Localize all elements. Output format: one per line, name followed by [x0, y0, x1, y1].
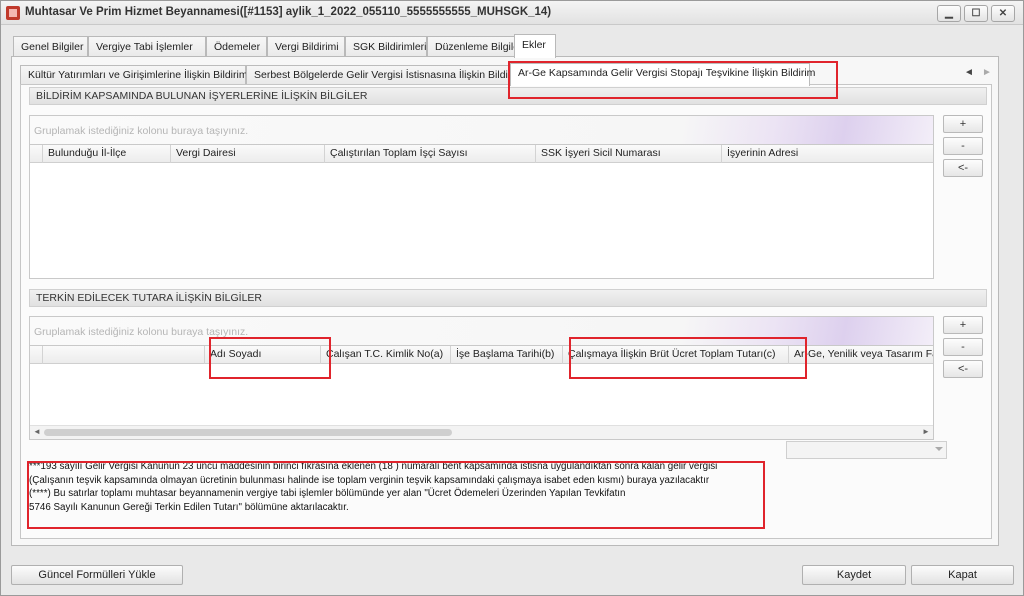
column-header[interactable]: Çalışan T.C. Kimlik No(a) — [320, 346, 450, 364]
chevron-down-icon — [935, 447, 943, 451]
isyerleri-grid-header: Bulunduğu İl-İlçe Vergi Dairesi Çalıştır… — [30, 145, 933, 163]
isyeri-back-button[interactable]: <- — [943, 159, 983, 177]
save-button[interactable]: Kaydet — [802, 565, 906, 585]
ar-ge-tab-page: BİLDİRİM KAPSAMINDA BULUNAN İŞYERLERİNE … — [20, 84, 992, 539]
main-window: Muhtasar Ve Prim Hizmet Beyannamesi([#11… — [0, 0, 1024, 596]
tab-kultur-yatirimlari[interactable]: Kültür Yatırımları ve Girişimlerine İliş… — [20, 65, 248, 85]
close-button[interactable]: Kapat — [911, 565, 1014, 585]
section-terkin-header: TERKİN EDİLECEK TUTARA İLİŞKİN BİLGİLER — [29, 289, 987, 307]
column-header[interactable]: Çalışmaya İlişkin Brüt Ücret Toplam Tuta… — [562, 346, 788, 364]
tab-scroll-left-icon[interactable]: ◄ — [964, 67, 974, 78]
tab-serbest-bolgeler[interactable]: Serbest Bölgelerde Gelir Vergisi İstisna… — [246, 65, 522, 85]
summary-combo[interactable] — [786, 441, 947, 459]
terkin-back-button[interactable]: <- — [943, 360, 983, 378]
isyeri-add-button[interactable]: + — [943, 115, 983, 133]
title-bar[interactable]: Muhtasar Ve Prim Hizmet Beyannamesi([#11… — [1, 1, 1023, 25]
tab-duzenleme-bilgileri[interactable]: Düzenleme Bilgileri — [427, 36, 525, 57]
column-header[interactable]: İşyerinin Adresi — [721, 145, 933, 163]
load-formulas-button[interactable]: Güncel Formülleri Yükle — [11, 565, 183, 585]
terkin-remove-button[interactable]: - — [943, 338, 983, 356]
section-isyerleri-header: BİLDİRİM KAPSAMINDA BULUNAN İŞYERLERİNE … — [29, 87, 987, 105]
window-title: Muhtasar Ve Prim Hizmet Beyannamesi([#11… — [25, 6, 552, 18]
close-window-button[interactable]: ✕ — [991, 5, 1015, 22]
column-header[interactable]: Adı Soyadı — [204, 346, 320, 364]
tab-vergi-bildirimi[interactable]: Vergi Bildirimi — [267, 36, 345, 57]
terkin-grid-hscrollbar[interactable]: ◄ ► — [30, 425, 933, 439]
column-header[interactable]: Ar-Ge, Yenilik veya Tasarım Faaliyeti — [788, 346, 933, 364]
note-line: (****) Bu satırlar toplamı muhtasar beya… — [29, 488, 626, 499]
scroll-right-icon[interactable]: ► — [922, 427, 930, 436]
app-icon — [6, 6, 20, 20]
checkbox-column — [42, 346, 204, 364]
tab-ar-ge-stopaj-tesvik[interactable]: Ar-Ge Kapsamında Gelir Vergisi Stopajı T… — [510, 63, 815, 86]
indicator-column — [30, 346, 42, 364]
note-line: ***193 sayılı Gelir Vergisi Kanunun 23 ü… — [29, 461, 718, 472]
sub-tab-strip: Kültür Yatırımları ve Girişimlerine İliş… — [20, 63, 992, 86]
column-header[interactable]: Vergi Dairesi — [170, 145, 324, 163]
group-placeholder: Gruplamak istediğiniz kolonu buraya taşı… — [34, 326, 249, 338]
note-line: 5746 Sayılı Kanunun Gereği Terkin Edilen… — [29, 501, 349, 513]
tab-vergiye-tabi-islemler[interactable]: Vergiye Tabi İşlemler — [88, 36, 206, 57]
maximize-button[interactable]: ☐ — [964, 5, 988, 22]
minimize-button[interactable]: ▁ — [937, 5, 961, 22]
isyerleri-grid[interactable]: Bulunduğu İl-İlçe Vergi Dairesi Çalıştır… — [29, 144, 934, 279]
column-header[interactable]: Çalıştırılan Toplam İşçi Sayısı — [324, 145, 535, 163]
tab-ekler[interactable]: Ekler — [514, 34, 556, 58]
tab-sgk-bildirimleri[interactable]: SGK Bildirimleri — [345, 36, 427, 57]
explanation-notes: ***193 sayılı Gelir Vergisi Kanunun 23 ü… — [29, 460, 759, 514]
indicator-column — [30, 145, 42, 163]
terkin-group-panel[interactable]: Gruplamak istediğiniz kolonu buraya taşı… — [29, 316, 934, 346]
note-line: (Çalışanın teşvik kapsamında olmayan ücr… — [29, 474, 710, 486]
terkin-grid[interactable]: Adı Soyadı Çalışan T.C. Kimlik No(a) İşe… — [29, 345, 934, 440]
client-area: Genel Bilgiler Vergiye Tabi İşlemler Öde… — [11, 34, 1015, 559]
isyerleri-group-panel[interactable]: Gruplamak istediğiniz kolonu buraya taşı… — [29, 115, 934, 145]
tab-scroll-right-icon[interactable]: ► — [982, 67, 992, 78]
column-header[interactable]: İşe Başlama Tarihi(b) — [450, 346, 562, 364]
column-header[interactable]: SSK İşyeri Sicil Numarası — [535, 145, 721, 163]
column-header[interactable]: Bulunduğu İl-İlçe — [42, 145, 170, 163]
group-placeholder: Gruplamak istediğiniz kolonu buraya taşı… — [34, 125, 249, 137]
terkin-grid-header: Adı Soyadı Çalışan T.C. Kimlik No(a) İşe… — [30, 346, 933, 364]
scroll-thumb[interactable] — [44, 429, 452, 436]
scroll-left-icon[interactable]: ◄ — [33, 427, 41, 436]
tab-odemeler[interactable]: Ödemeler — [206, 36, 267, 57]
main-tab-strip: Genel Bilgiler Vergiye Tabi İşlemler Öde… — [11, 34, 1015, 58]
tab-genel-bilgiler[interactable]: Genel Bilgiler — [13, 36, 88, 57]
ekler-tab-page: Kültür Yatırımları ve Girişimlerine İliş… — [11, 56, 999, 546]
terkin-add-button[interactable]: + — [943, 316, 983, 334]
isyeri-remove-button[interactable]: - — [943, 137, 983, 155]
